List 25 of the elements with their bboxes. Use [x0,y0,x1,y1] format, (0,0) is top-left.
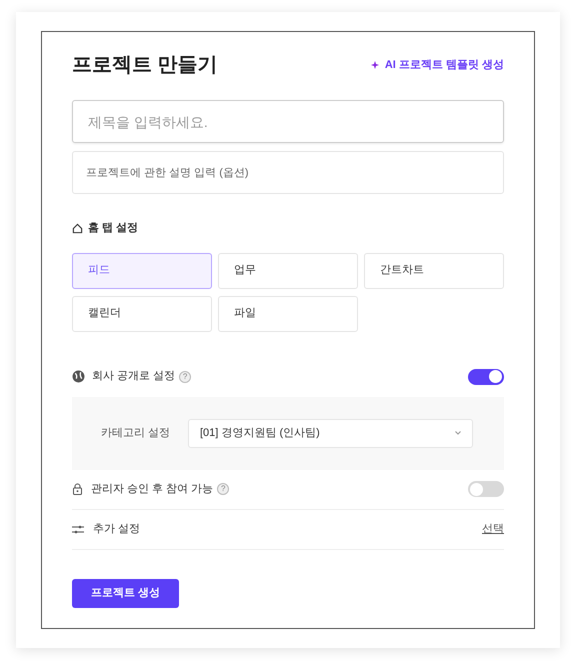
home-tab-option[interactable]: 캘린더 [72,296,212,332]
toggle-switch[interactable] [468,368,504,384]
home-tab-option[interactable]: 피드 [72,252,212,288]
category-select[interactable]: [01] 경영지원팀 (인사팀) [188,418,473,448]
sliders-icon [72,524,84,534]
category-label: 카테고리 설정 [101,426,172,441]
lock-icon [72,483,83,495]
setting-label: 관리자 승인 후 참여 가능 [91,482,214,497]
dialog-title: 프로젝트 만들기 [72,53,218,78]
setting-label: 추가 설정 [93,522,140,537]
description-field[interactable]: 프로젝트에 관한 설명 입력 (옵션) [72,151,504,194]
create-project-button[interactable]: 프로젝트 생성 [72,578,179,608]
ai-template-link[interactable]: AI 프로젝트 템플릿 생성 [370,56,504,74]
home-tab-option[interactable]: 간트차트 [364,252,504,288]
select-link[interactable]: 선택 [482,520,504,538]
section-heading: 홈 탭 설정 [88,221,138,236]
setting-label: 회사 공개로 설정 [92,369,176,384]
home-tab-option[interactable]: 업무 [218,252,358,288]
chevron-down-icon [455,431,461,435]
globe-icon [72,370,85,383]
home-icon [72,222,83,234]
title-field[interactable]: 제목을 입력하세요. [72,100,504,143]
toggle-switch[interactable] [468,481,504,497]
sparkle-icon [370,60,381,70]
home-tab-option[interactable]: 파일 [218,296,358,332]
